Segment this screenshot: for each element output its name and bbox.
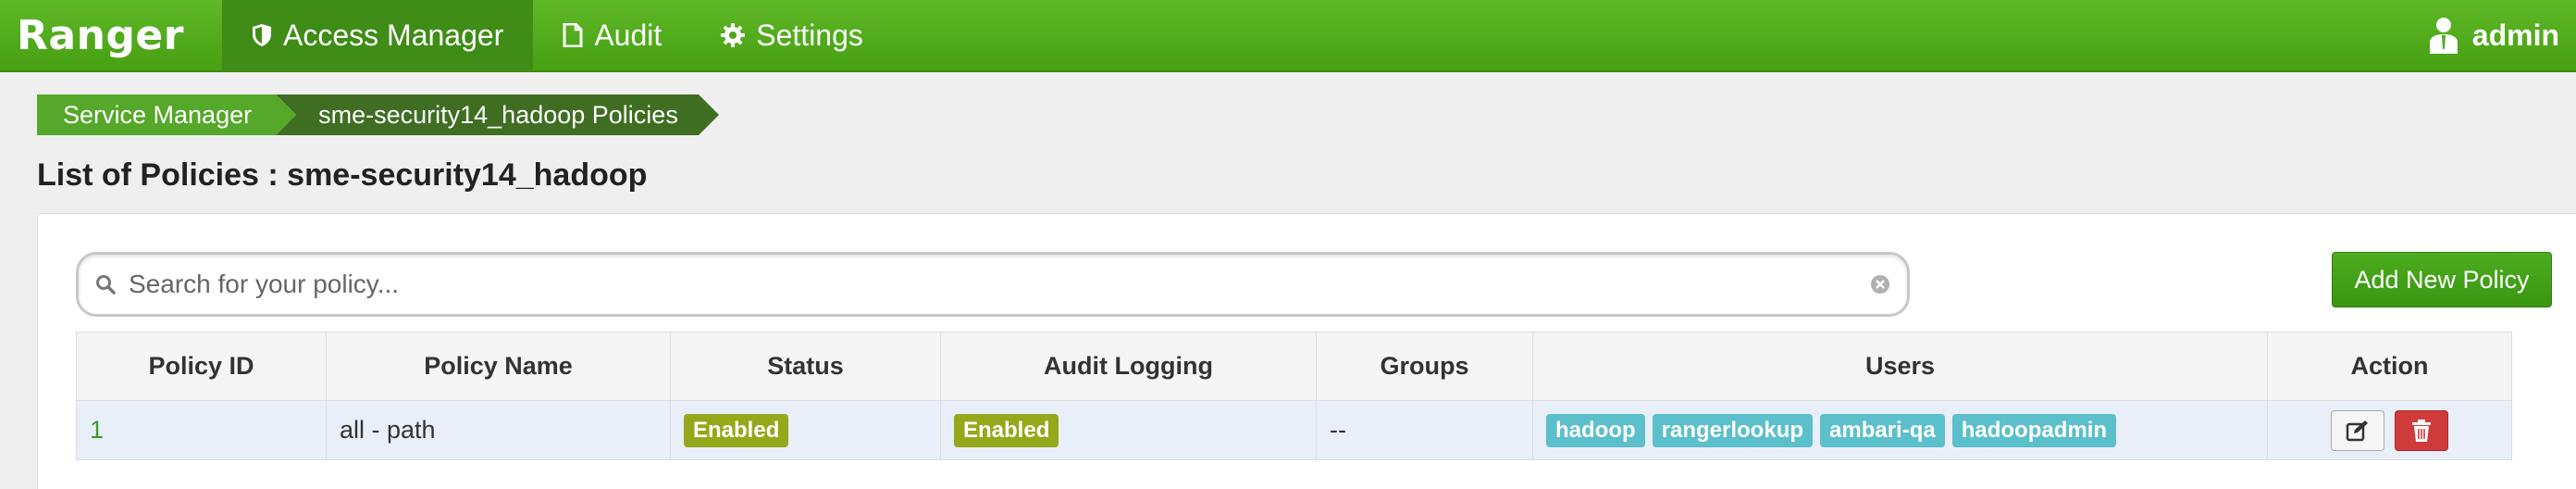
audit-logging-badge: Enabled [954, 413, 1059, 447]
column-header-status[interactable]: Status [670, 332, 941, 401]
user-icon [2429, 18, 2458, 54]
delete-policy-button[interactable] [2395, 409, 2449, 451]
trash-icon [2412, 419, 2432, 442]
column-header-audit-logging[interactable]: Audit Logging [940, 332, 1317, 401]
breadcrumb-policies[interactable]: sme-security14_hadoop Policies [276, 94, 719, 135]
nav-settings[interactable]: Settings [691, 0, 893, 71]
policy-id-link[interactable]: 1 [90, 416, 104, 444]
user-tag: hadoopadmin [1951, 413, 2117, 447]
search-input[interactable] [129, 270, 1870, 299]
nav-access-manager-label: Access Manager [283, 18, 504, 52]
nav-audit[interactable]: Audit [533, 0, 691, 71]
policy-id-cell: 1 [76, 400, 327, 460]
user-tag: hadoop [1546, 413, 1645, 447]
edit-policy-button[interactable] [2330, 409, 2384, 451]
user-name: admin [2471, 18, 2559, 52]
table-header-row: Policy ID Policy Name Status Audit Loggi… [76, 332, 2512, 401]
nav-settings-label: Settings [756, 18, 863, 52]
document-icon [563, 23, 583, 47]
policy-name-cell: all - path [326, 400, 671, 460]
column-header-policy-id[interactable]: Policy ID [76, 332, 327, 401]
status-cell: Enabled [670, 400, 941, 460]
action-cell [2267, 400, 2512, 460]
table-row: 1 all - path Enabled Enabled -- hadoop ra… [76, 400, 2512, 460]
search-box[interactable] [76, 252, 1910, 317]
brand-logo[interactable]: Ranger [0, 12, 222, 59]
breadcrumb: Service Manager sme-security14_hadoop Po… [37, 94, 719, 135]
shield-icon [253, 24, 271, 46]
top-navbar: Ranger Access Manager Audit Settings adm… [0, 0, 2576, 72]
nav-access-manager[interactable]: Access Manager [222, 0, 534, 71]
groups-cell: -- [1316, 400, 1533, 460]
column-header-groups[interactable]: Groups [1316, 332, 1533, 401]
policies-table: Policy ID Policy Name Status Audit Loggi… [76, 332, 2512, 460]
audit-logging-cell: Enabled [940, 400, 1317, 460]
search-icon [96, 275, 116, 295]
users-cell: hadoop rangerlookup ambari-qa hadoopadmin [1532, 400, 2268, 460]
user-tag: ambari-qa [1820, 413, 1945, 447]
breadcrumb-service-manager[interactable]: Service Manager [37, 94, 297, 135]
nav-audit-label: Audit [594, 18, 663, 52]
add-new-policy-button[interactable]: Add New Policy [2332, 252, 2552, 307]
edit-icon [2346, 420, 2368, 441]
gear-icon [721, 23, 746, 47]
user-tag: rangerlookup [1652, 413, 1814, 447]
column-header-policy-name[interactable]: Policy Name [326, 332, 671, 401]
column-header-action: Action [2267, 332, 2512, 401]
user-menu[interactable]: admin [2428, 17, 2576, 54]
column-header-users[interactable]: Users [1532, 332, 2268, 401]
page-title: List of Policies : sme-security14_hadoop [37, 157, 648, 193]
clear-search-icon[interactable] [1870, 274, 1890, 295]
status-badge: Enabled [684, 413, 789, 447]
